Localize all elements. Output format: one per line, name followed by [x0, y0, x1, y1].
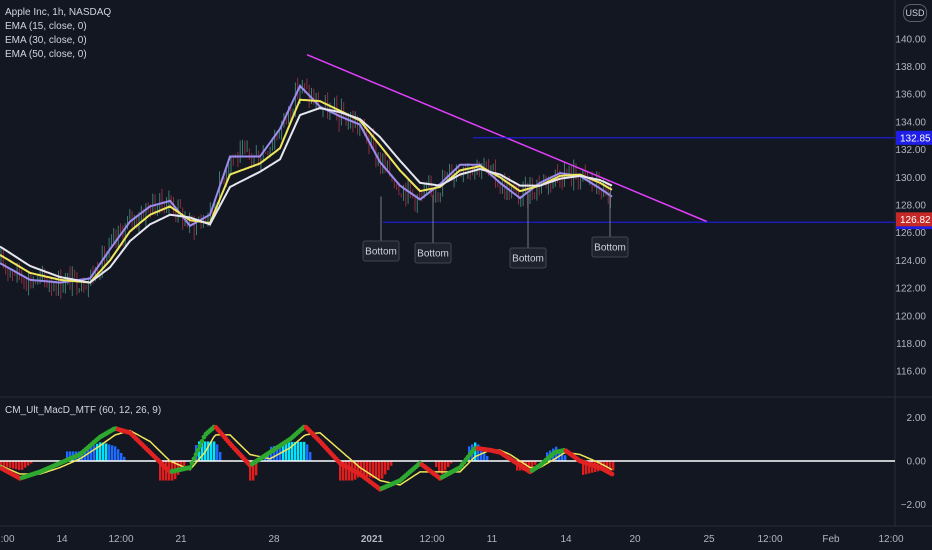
macd-histogram-bar	[114, 446, 117, 461]
macd-histogram-bar	[306, 444, 309, 461]
macd-point	[187, 465, 193, 470]
time-tick-label: 11	[487, 534, 498, 545]
bottom-annotation-label: Bottom	[512, 254, 544, 265]
time-tick-label: 28	[268, 534, 280, 545]
price-tick-label: 120.00	[895, 311, 926, 322]
macd-histogram-bar	[90, 446, 93, 461]
macd-histogram-bar	[486, 455, 489, 461]
macd-tick-label: −2.00	[901, 500, 927, 511]
time-tick-label: 25	[703, 534, 715, 545]
macd-histogram-bar	[309, 452, 312, 461]
macd-histogram-bar	[378, 461, 381, 480]
ema50-legend: EMA (50, close, 0)	[5, 49, 87, 60]
price-tick-label: 134.00	[895, 117, 926, 128]
chart-canvas: 132.85126.76126.82BottomBottomBottomBott…	[0, 0, 932, 545]
macd-tick-label: 2.00	[907, 413, 927, 424]
macd-histogram-bar	[9, 461, 12, 468]
macd-histogram-bar	[183, 461, 186, 467]
macd-histogram-bar	[303, 441, 306, 461]
macd-histogram-bar	[24, 461, 27, 468]
price-tick-label: 124.00	[895, 256, 926, 267]
grid-lines	[0, 0, 932, 527]
price-tick-label: 116.00	[896, 367, 926, 378]
time-tick-label: 21	[175, 534, 187, 545]
time-tick-label: 12:00	[757, 534, 782, 545]
price-tick-label: 132.00	[895, 145, 926, 156]
macd-panel	[0, 424, 895, 492]
macd-histogram-bar	[447, 461, 450, 467]
macd-histogram-bar	[6, 461, 9, 468]
ema15-legend: EMA (15, close, 0)	[5, 21, 87, 32]
price-tick-label: 138.00	[895, 62, 926, 73]
macd-histogram-bar	[219, 452, 222, 461]
price-tick-label: 126.00	[895, 228, 926, 239]
price-tick-label: 140.00	[895, 34, 926, 45]
macd-histogram-bar	[612, 461, 615, 471]
macd-histogram-bar	[381, 461, 384, 479]
time-tick-label: 12:00	[419, 534, 444, 545]
macd-histogram-bar	[15, 461, 18, 470]
price-tick-label: 130.00	[895, 173, 926, 184]
bottom-annotation-label: Bottom	[417, 249, 449, 260]
price-tick-label: 118.00	[896, 339, 926, 350]
macd-histogram-bar	[213, 441, 216, 461]
time-tick-label: 14	[560, 534, 572, 545]
time-tick-label: Feb	[822, 534, 840, 545]
macd-point	[195, 447, 201, 453]
bottom-annotation-label: Bottom	[594, 243, 626, 254]
time-tick-label: 12:00	[108, 534, 133, 545]
macd-histogram-bar	[105, 443, 108, 461]
macd-histogram-bar	[120, 453, 123, 461]
macd-histogram-bar	[384, 461, 387, 475]
macd-histogram-bar	[444, 461, 447, 471]
macd-histogram-bar	[21, 461, 24, 470]
price-tick-label: 128.00	[895, 201, 926, 212]
macd-histogram-bar	[216, 444, 219, 461]
macd-histogram-bar	[102, 442, 105, 461]
price-level-tag-label: 132.85	[900, 133, 931, 144]
macd-histogram-bar	[108, 444, 111, 461]
macd-histogram-bar	[297, 441, 300, 461]
macd-histogram-bar	[18, 461, 21, 471]
time-tick-label: 2021	[361, 534, 384, 545]
time-tick-label: 12:00	[878, 534, 903, 545]
macd-histogram-bar	[288, 442, 291, 461]
macd-histogram-bar	[3, 461, 6, 467]
last-price-tag-label: 126.82	[900, 215, 931, 226]
time-tick-label: 20	[629, 534, 641, 545]
currency-button[interactable]: USD	[903, 4, 927, 22]
macd-histogram-bar	[12, 461, 15, 469]
macd-point	[609, 471, 615, 477]
macd-histogram-bar	[438, 461, 441, 472]
macd-histogram-bar	[111, 445, 114, 461]
macd-histogram-bar	[285, 443, 288, 461]
macd-histogram-bar	[117, 449, 120, 461]
macd-histogram-bar	[93, 445, 96, 461]
macd-histogram-bar	[375, 461, 378, 479]
time-tick-label: 12:00	[0, 534, 15, 545]
macd-legend: CM_Ult_MacD_MTF (60, 12, 26, 9)	[5, 405, 162, 416]
macd-point	[199, 439, 205, 444]
macd-histogram-bar	[300, 441, 303, 461]
macd-point	[191, 456, 197, 462]
macd-histogram-bar	[435, 461, 438, 467]
ema30-legend: EMA (30, close, 0)	[5, 35, 87, 46]
macd-point	[197, 443, 203, 449]
time-tick-label: 14	[56, 534, 68, 545]
symbol-title: Apple Inc, 1h, NASDAQ	[5, 7, 112, 18]
bottom-annotation-label: Bottom	[365, 247, 397, 258]
macd-point	[193, 452, 199, 457]
macd-histogram-bar	[564, 455, 567, 461]
macd-histogram-bar	[366, 461, 369, 477]
macd-tick-label: 0.00	[907, 457, 927, 468]
macd-point	[189, 460, 195, 466]
price-tick-label: 136.00	[895, 90, 926, 101]
macd-histogram-bar	[387, 461, 390, 471]
price-tick-label: 122.00	[895, 284, 926, 295]
